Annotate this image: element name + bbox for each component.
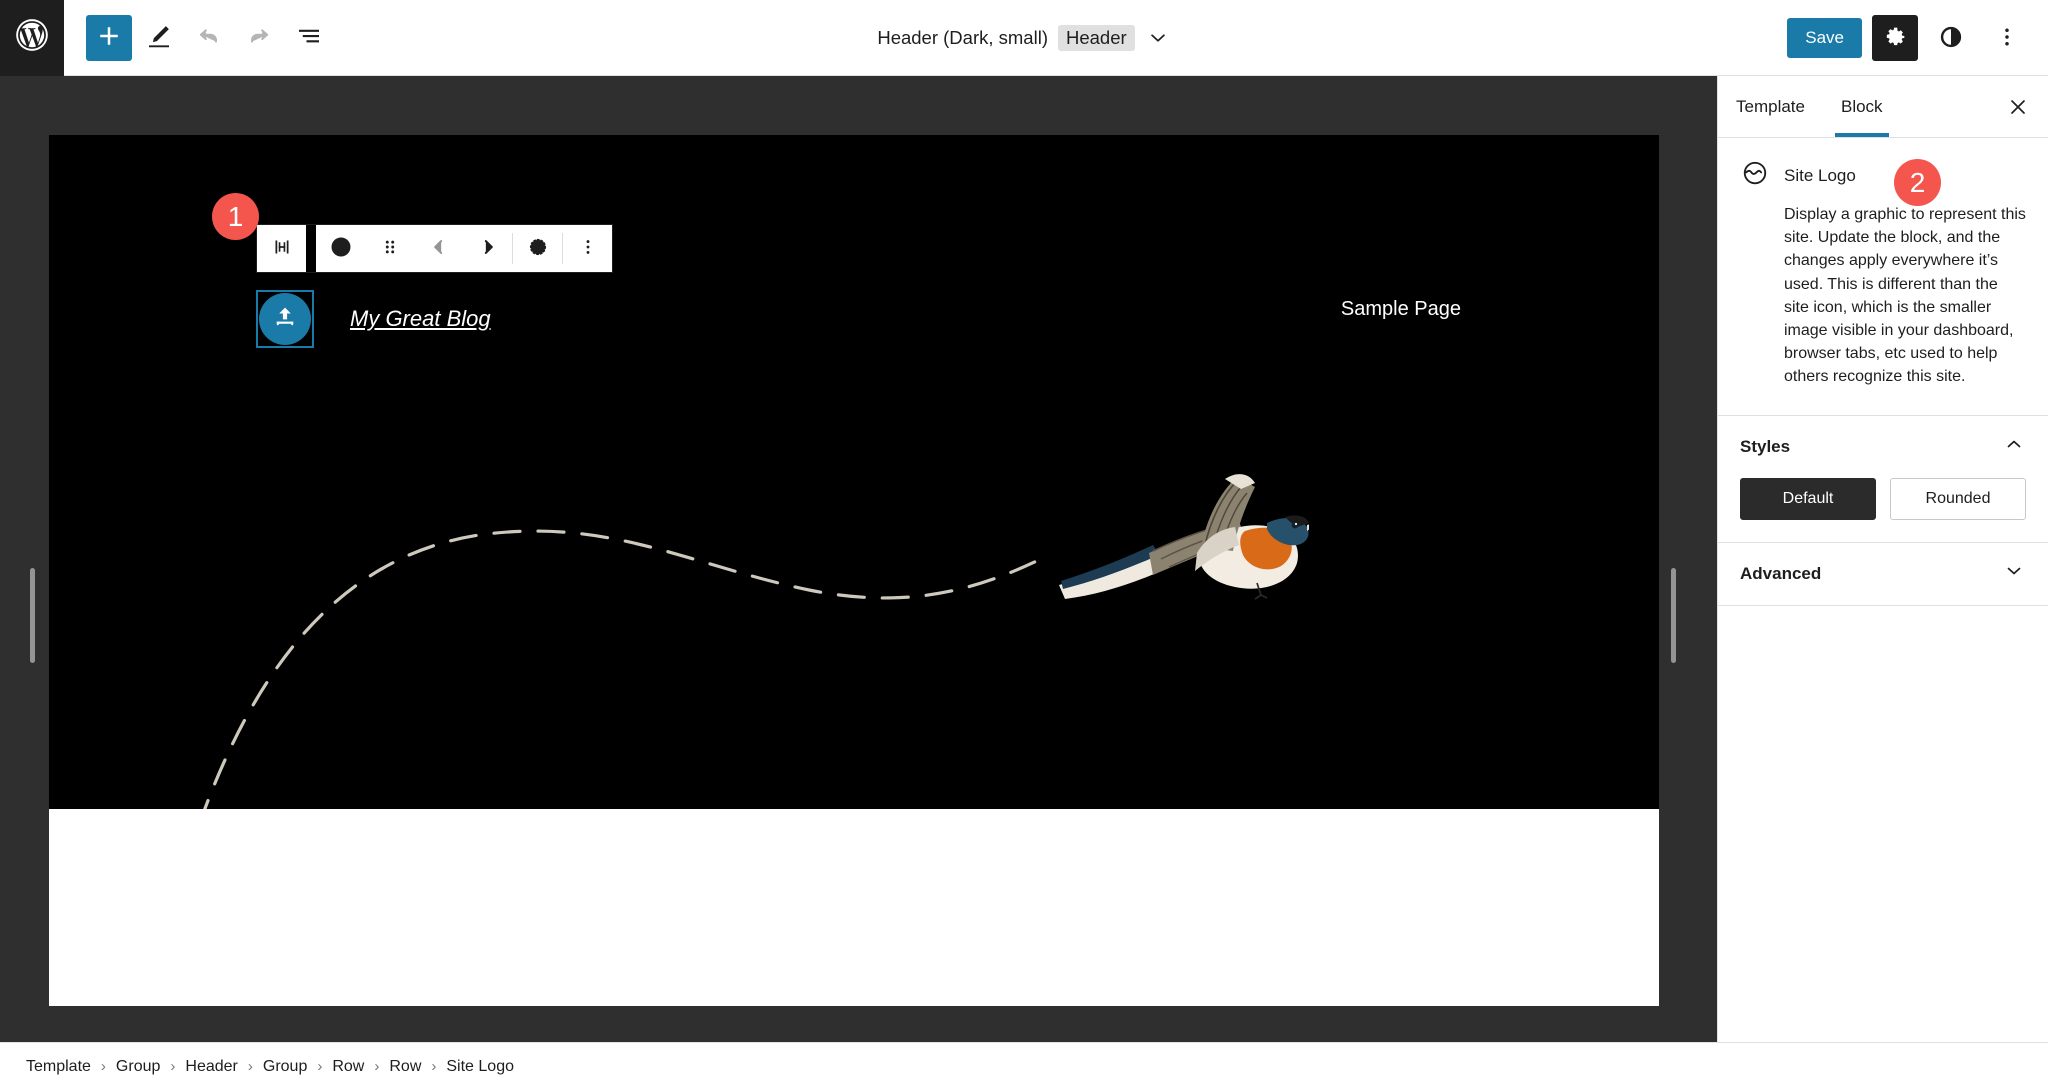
top-bar-right-tools: Save: [1787, 0, 2030, 76]
style-option-default[interactable]: Default: [1740, 477, 1876, 520]
block-toolbar: [256, 224, 613, 273]
editor-canvas-region: My Great Blog Sample Page 1: [0, 76, 1717, 1042]
panel-styles: Styles Default Rounded: [1718, 416, 2048, 543]
panel-advanced-header[interactable]: Advanced: [1740, 543, 2026, 605]
block-name: Site Logo: [1784, 165, 1856, 185]
move-block-left-button[interactable]: [414, 225, 463, 272]
block-toolbar-main-group: [316, 225, 612, 272]
dotted-circle-icon: [525, 234, 551, 263]
breadcrumb-separator: ›: [100, 1058, 106, 1075]
add-block-button[interactable]: [86, 14, 132, 61]
document-title-button[interactable]: Header (Dark, small) Header: [877, 25, 1170, 51]
chevron-down-icon[interactable]: [1145, 25, 1171, 51]
breadcrumb-item-row-1[interactable]: Row: [324, 1054, 372, 1080]
site-logo-icon: [1740, 158, 1770, 193]
wordpress-logo-icon: [13, 16, 51, 59]
canvas-resize-handle-left[interactable]: [30, 568, 35, 663]
pencil-icon: [144, 21, 174, 54]
flying-swallow-illustration: [1059, 474, 1309, 600]
settings-button[interactable]: [1872, 15, 1918, 61]
block-description: Display a graphic to represent this site…: [1784, 206, 2026, 386]
settings-sidebar: Template Block Site Logo Display a graph…: [1717, 76, 2048, 1042]
block-options-button[interactable]: [563, 225, 612, 272]
panel-styles-header[interactable]: Styles: [1740, 416, 2026, 478]
select-parent-icon: [269, 234, 295, 263]
step-badge-1: 1: [212, 193, 259, 240]
template-body-section[interactable]: [49, 809, 1659, 1006]
breadcrumb-item-group-2[interactable]: Group: [255, 1054, 315, 1080]
block-info-card: Site Logo Display a graphic to represent…: [1718, 138, 2048, 416]
style-variation-grid: Default Rounded: [1740, 477, 2026, 520]
panel-styles-body: Default Rounded: [1740, 477, 2026, 542]
breadcrumb-separator: ›: [317, 1058, 323, 1075]
breadcrumb: Template › Group › Header › Group › Row …: [0, 1042, 2048, 1090]
list-view-button[interactable]: [286, 15, 332, 61]
redo-icon: [244, 21, 274, 54]
chevron-left-icon: [426, 234, 452, 263]
plus-icon: [94, 21, 124, 54]
drag-block-handle[interactable]: [365, 225, 414, 272]
panel-styles-title: Styles: [1740, 436, 1791, 456]
drag-handle-icon: [377, 234, 403, 263]
close-icon: [2006, 95, 2030, 122]
toolbar-divider: [306, 225, 316, 272]
breadcrumb-item-site-logo[interactable]: Site Logo: [438, 1054, 522, 1080]
close-sidebar-button[interactable]: [1998, 88, 2038, 128]
panel-advanced-title: Advanced: [1740, 563, 1822, 583]
more-vertical-icon: [1993, 23, 2021, 54]
block-type-button[interactable]: [316, 225, 365, 272]
site-logo-upload-placeholder[interactable]: [259, 293, 311, 345]
site-branding-row: My Great Blog: [256, 290, 491, 348]
undo-icon: [194, 21, 224, 54]
breadcrumb-item-row-2[interactable]: Row: [381, 1054, 429, 1080]
breadcrumb-separator: ›: [170, 1058, 176, 1075]
upload-icon: [271, 303, 299, 336]
list-view-icon: [294, 21, 324, 54]
more-vertical-icon: [575, 234, 601, 263]
step-badge-2: 2: [1894, 159, 1941, 206]
tab-block[interactable]: Block: [1823, 76, 1901, 137]
undo-button[interactable]: [186, 15, 232, 61]
top-bar-left-tools: [64, 14, 332, 61]
gear-icon: [1881, 23, 1909, 54]
site-logo-block[interactable]: [256, 290, 314, 348]
select-parent-block-button[interactable]: [257, 225, 306, 272]
breadcrumb-item-template[interactable]: Template: [18, 1054, 99, 1080]
editor-body: My Great Blog Sample Page 1 Template Blo…: [0, 76, 2048, 1042]
save-button[interactable]: Save: [1787, 18, 1862, 58]
tab-template[interactable]: Template: [1718, 76, 1823, 137]
breadcrumb-item-group-1[interactable]: Group: [108, 1054, 168, 1080]
breadcrumb-separator: ›: [247, 1058, 253, 1075]
contrast-icon: [1937, 23, 1965, 54]
document-type-badge: Header: [1057, 25, 1135, 51]
editor-top-bar: Header (Dark, small) Header Save: [0, 0, 2048, 76]
chevron-right-icon: [475, 234, 501, 263]
canvas-resize-handle-right[interactable]: [1671, 568, 1676, 663]
more-options-button[interactable]: [1984, 15, 2030, 61]
breadcrumb-item-header[interactable]: Header: [177, 1054, 245, 1080]
site-title-block[interactable]: My Great Blog: [350, 306, 491, 332]
style-option-rounded[interactable]: Rounded: [1890, 477, 2026, 520]
shape-options-button[interactable]: [513, 225, 562, 272]
breadcrumb-separator: ›: [431, 1058, 437, 1075]
document-title: Header (Dark, small): [877, 27, 1048, 48]
navigation-link-sample-page[interactable]: Sample Page: [1341, 298, 1461, 321]
block-info-header: Site Logo: [1740, 158, 2026, 193]
edit-mode-button[interactable]: [136, 15, 182, 61]
panel-advanced: Advanced: [1718, 543, 2048, 606]
redo-button[interactable]: [236, 15, 282, 61]
breadcrumb-separator: ›: [374, 1058, 380, 1075]
wordpress-logo-button[interactable]: [0, 0, 64, 76]
chevron-up-icon: [2002, 432, 2026, 461]
chevron-down-icon: [2002, 559, 2026, 588]
sidebar-tabs: Template Block: [1718, 76, 2048, 138]
site-logo-icon: [328, 234, 354, 263]
move-block-right-button[interactable]: [463, 225, 512, 272]
wordpress-site-editor: Header (Dark, small) Header Save My Grea…: [0, 0, 2048, 1090]
styles-button[interactable]: [1928, 15, 1974, 61]
